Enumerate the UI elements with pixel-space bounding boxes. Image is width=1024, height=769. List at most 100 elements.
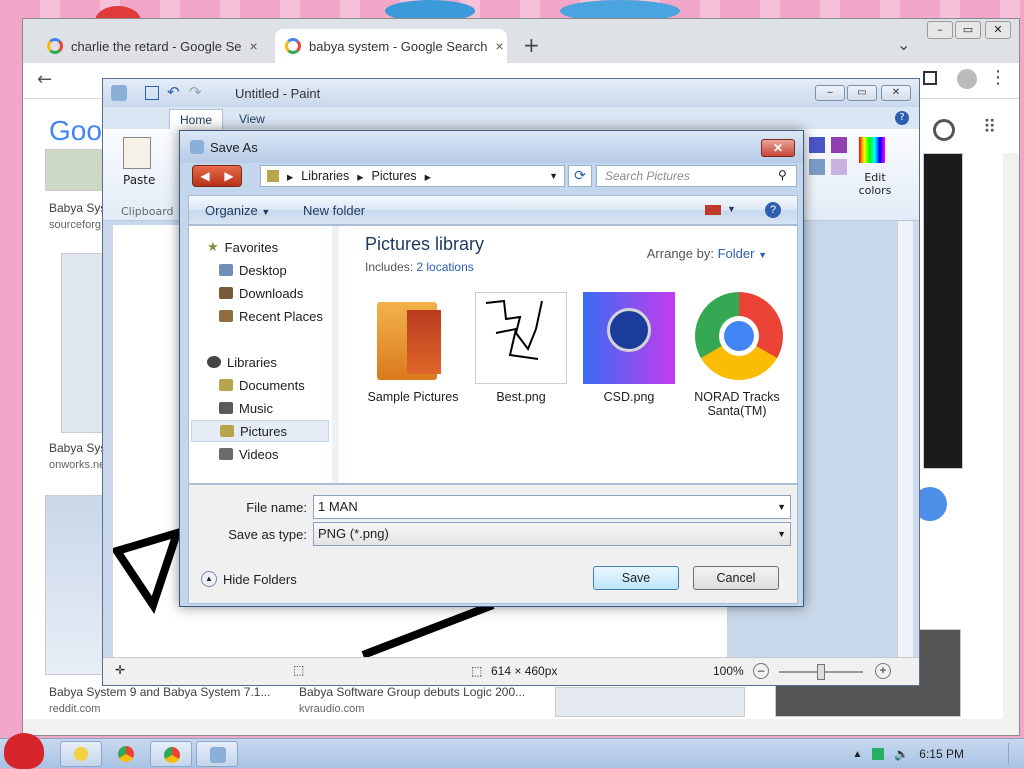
canvas-scrollbar[interactable] xyxy=(897,221,913,659)
help-icon[interactable]: ? xyxy=(895,111,909,125)
breadcrumb-pictures[interactable]: Pictures xyxy=(372,169,417,183)
view-options-icon[interactable] xyxy=(705,205,721,215)
zoom-level: 100% xyxy=(713,664,744,678)
hide-folders-toggle[interactable]: ▲ Hide Folders xyxy=(201,571,297,587)
clipboard-group-label: Clipboard xyxy=(121,205,174,218)
back-arrow-icon[interactable]: ← xyxy=(37,69,52,90)
dropdown-arrow-icon[interactable]: ▼ xyxy=(777,496,786,518)
zoom-out-button[interactable]: – xyxy=(753,663,769,679)
result-title[interactable]: Babya Sys xyxy=(49,441,106,455)
tab-search-icon[interactable]: ⌄ xyxy=(897,35,910,54)
tab-babya[interactable]: babya system - Google Search × xyxy=(275,29,507,63)
paint-minimize-button[interactable]: – xyxy=(815,85,845,101)
color-swatch[interactable] xyxy=(809,137,825,153)
search-icon[interactable]: ⚲ xyxy=(778,168,787,182)
taskbar-explorer[interactable] xyxy=(60,741,102,767)
paint-maximize-button[interactable]: ▭ xyxy=(847,85,877,101)
nav-scrollbar[interactable] xyxy=(332,226,339,483)
chrome-maximize-button[interactable]: ▭ xyxy=(955,21,981,39)
result-thumbnail[interactable] xyxy=(923,153,963,469)
clock[interactable]: 6:15 PM xyxy=(919,747,964,761)
nav-label: Recent Places xyxy=(239,308,323,324)
paint-app-icon[interactable] xyxy=(111,85,127,101)
file-name: Best.png xyxy=(496,390,546,404)
chrome-close-button[interactable]: ✕ xyxy=(985,21,1011,39)
paint-close-button[interactable]: ✕ xyxy=(881,85,911,101)
file-name-input[interactable]: 1 MAN ▼ xyxy=(313,495,791,519)
tab-charlie[interactable]: charlie the retard - Google Se × xyxy=(37,29,267,63)
save-icon[interactable] xyxy=(145,86,159,100)
search-input[interactable]: Search Pictures xyxy=(596,165,797,187)
result-thumbnail[interactable] xyxy=(45,495,103,675)
settings-gear-icon[interactable] xyxy=(933,119,955,141)
arrange-dropdown[interactable]: Folder xyxy=(718,246,755,261)
tab-home[interactable]: Home xyxy=(169,109,224,129)
view-dropdown-icon[interactable]: ▼ xyxy=(727,204,736,214)
zoom-in-button[interactable]: + xyxy=(875,663,891,679)
edit-colors-icon[interactable] xyxy=(859,137,885,163)
zoom-slider-thumb[interactable] xyxy=(817,664,825,680)
file-item[interactable]: CSD.png xyxy=(579,292,679,422)
address-bar[interactable]: ▸ Libraries ▸ Pictures ▸ ▼ xyxy=(260,165,565,187)
color-swatch[interactable] xyxy=(809,159,825,175)
tray-expand-icon[interactable]: ▲ xyxy=(852,749,862,760)
address-dropdown-icon[interactable]: ▼ xyxy=(549,171,558,181)
tab-close-icon[interactable]: × xyxy=(250,38,258,54)
undo-icon[interactable]: ↶ xyxy=(167,83,180,101)
color-swatch[interactable] xyxy=(831,137,847,153)
chrome-taskbar-icon[interactable] xyxy=(118,746,134,762)
file-item[interactable]: Sample Pictures xyxy=(363,292,463,422)
new-folder-button[interactable]: New folder xyxy=(303,203,365,218)
page-scrollbar-horizontal[interactable] xyxy=(23,719,1005,735)
paint-titlebar: ↶ ↷ Untitled - Paint – ▭ ✕ xyxy=(103,79,919,107)
nav-pictures[interactable]: Pictures xyxy=(191,420,329,442)
show-desktop-button[interactable] xyxy=(1008,743,1018,765)
redo-icon[interactable]: ↷ xyxy=(189,83,202,101)
profile-avatar[interactable] xyxy=(957,69,977,89)
file-item[interactable]: NORAD Tracks Santa(TM) xyxy=(687,292,787,422)
taskbar-paint[interactable] xyxy=(196,741,238,767)
nav-libraries[interactable]: Libraries xyxy=(207,351,347,373)
save-type-select[interactable]: PNG (*.png) ▼ xyxy=(313,522,791,546)
dropdown-arrow-icon[interactable]: ▼ xyxy=(777,523,786,545)
result-title[interactable]: Babya Syst xyxy=(49,201,110,215)
network-icon[interactable] xyxy=(872,748,885,760)
cancel-button[interactable]: Cancel xyxy=(693,566,779,590)
chrome-menu-icon[interactable]: ⋮ xyxy=(989,67,1007,88)
refresh-button[interactable]: ⟳ xyxy=(568,165,592,187)
start-button[interactable] xyxy=(4,733,44,769)
file-item[interactable]: Best.png xyxy=(471,292,571,422)
clipboard-icon[interactable] xyxy=(123,137,151,169)
color-swatch[interactable] xyxy=(831,159,847,175)
back-forward-buttons[interactable]: ◀ ▶ xyxy=(192,165,242,187)
dialog-close-button[interactable]: ✕ xyxy=(761,139,795,157)
result-thumbnail[interactable] xyxy=(45,149,103,191)
volume-icon[interactable]: 🔈 xyxy=(894,747,909,761)
page-scrollbar[interactable] xyxy=(1003,153,1019,735)
dropdown-arrow-icon[interactable]: ▼ xyxy=(758,250,767,260)
new-tab-button[interactable]: + xyxy=(523,33,540,57)
breadcrumb-libraries[interactable]: Libraries xyxy=(301,169,349,183)
library-icon xyxy=(267,170,279,182)
paste-label[interactable]: Paste xyxy=(123,173,155,187)
result-title[interactable]: Babya System 9 and Babya System 7.1... xyxy=(49,685,270,699)
side-panel-icon[interactable] xyxy=(923,71,937,85)
organize-menu[interactable]: Organize ▼ xyxy=(205,203,270,218)
taskbar-chrome[interactable] xyxy=(150,741,192,767)
back-arrow-icon[interactable]: ◀ xyxy=(200,169,209,183)
tab-close-icon[interactable]: × xyxy=(495,38,503,54)
nav-favorites[interactable]: ★ Favorites xyxy=(207,236,347,258)
recent-places-icon xyxy=(219,310,233,322)
edit-colors-label[interactable]: Edit colors xyxy=(855,171,895,197)
file-name: NORAD Tracks Santa(TM) xyxy=(694,390,780,418)
help-icon[interactable]: ? xyxy=(765,202,781,218)
tab-view[interactable]: View xyxy=(229,109,275,129)
result-title[interactable]: Babya Software Group debuts Logic 200... xyxy=(299,685,525,699)
apps-grid-icon[interactable]: ⠿ xyxy=(983,117,996,138)
locations-link[interactable]: 2 locations xyxy=(416,260,473,274)
result-thumbnail[interactable] xyxy=(555,687,745,717)
chrome-minimize-button[interactable]: – xyxy=(927,21,953,39)
save-button[interactable]: Save xyxy=(593,566,679,590)
forward-arrow-icon[interactable]: ▶ xyxy=(224,169,233,183)
result-thumbnail[interactable] xyxy=(61,253,105,433)
